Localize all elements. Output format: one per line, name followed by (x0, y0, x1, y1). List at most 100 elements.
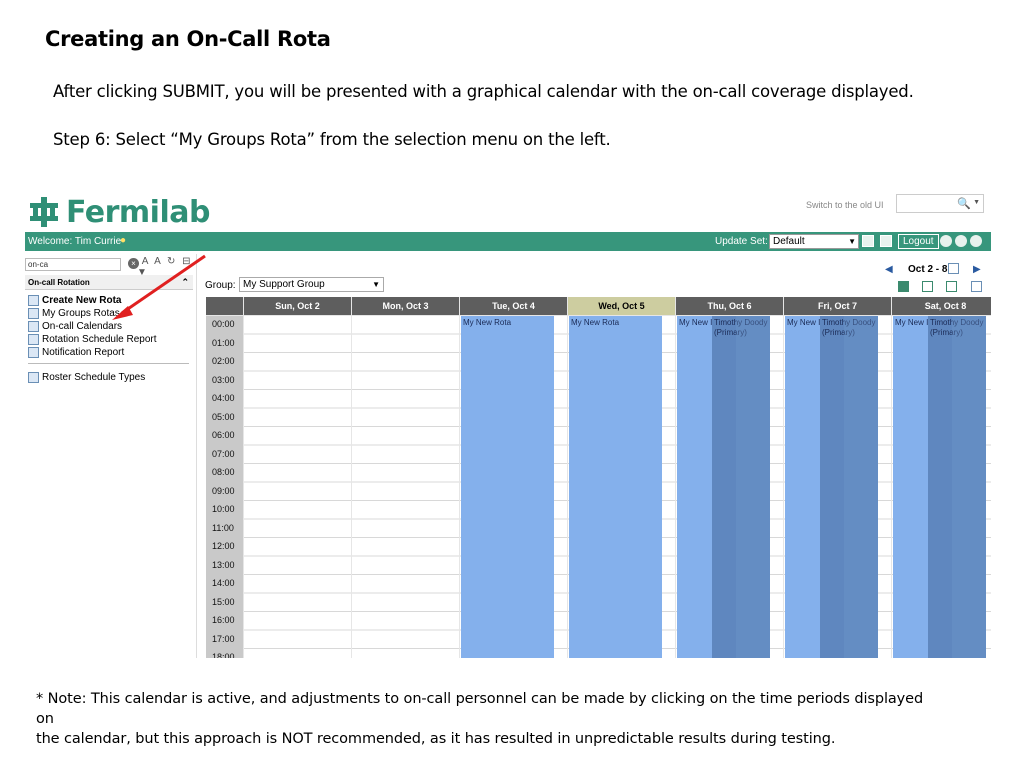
day-header[interactable]: Sat, Oct 8 (892, 297, 991, 315)
nav-item-label: My Groups Rotas (42, 308, 120, 319)
update-set-select[interactable]: Default ▼ (769, 234, 859, 249)
search-icon[interactable]: 🔍 (957, 197, 971, 210)
day-header[interactable]: Tue, Oct 4 (460, 297, 567, 315)
note-line-1: * Note: This calendar is active, and adj… (36, 691, 924, 727)
nav-item-label: Roster Schedule Types (42, 372, 146, 383)
nav-section-on-call-rotation[interactable]: On-call Rotation ⌃ (25, 275, 193, 290)
nav-divider (28, 363, 189, 364)
calendar-corner (206, 297, 243, 315)
settings-icon[interactable] (971, 281, 982, 292)
nav-item-label: On-call Calendars (42, 321, 123, 332)
day-column[interactable] (244, 316, 351, 658)
week-view-icon[interactable] (898, 281, 909, 292)
refresh-icon[interactable] (862, 235, 874, 247)
day-header[interactable]: Fri, Oct 7 (784, 297, 891, 315)
nav-item-create-new-rota[interactable]: Create New Rota (28, 295, 121, 306)
time-label: 15:00 (212, 596, 235, 607)
banner-bar: Welcome: Tim Currie ● Update Set: Defaul… (25, 232, 991, 251)
nav-item-my-groups-rotas[interactable]: My Groups Rotas (28, 308, 120, 319)
nav-item-notification-report[interactable]: Notification Report (28, 347, 124, 358)
day-column[interactable] (352, 316, 459, 658)
rota-event[interactable]: My New Rota (569, 316, 662, 658)
nav-item-label: Notification Report (42, 347, 125, 358)
welcome-text: Welcome: Tim Currie (28, 236, 122, 247)
impersonate-key-icon[interactable]: ● (120, 235, 126, 246)
main-content: Group: My Support Group ▼ ◀ Oct 2 - 8 ▶ … (201, 254, 991, 658)
month-view-icon[interactable] (946, 281, 957, 292)
servicenow-screenshot: Fermilab Switch to the old UI 🔍 ▼ Welcom… (25, 188, 991, 658)
fermilab-logo: Fermilab (28, 195, 210, 230)
previous-week-icon[interactable]: ◀ (885, 264, 893, 275)
time-label: 10:00 (212, 504, 235, 514)
time-label: 12:00 (212, 541, 235, 551)
rota-event[interactable]: My New I (785, 316, 820, 658)
date-picker-icon[interactable] (948, 263, 959, 274)
on-call-calendar[interactable]: 00:00 01:00 02:00 03:00 04:00 05:00 06:00 07:00… (206, 297, 991, 658)
calendar-icon (28, 321, 39, 332)
chevron-down-icon: ▼ (848, 237, 856, 246)
left-navigator: on-ca × A A ↻ ⊟ ▼ On-call Rotation ⌃ Cre… (25, 254, 197, 658)
slide-title: Creating an On-Call Rota (45, 27, 331, 51)
nav-item-rotation-schedule-report[interactable]: Rotation Schedule Report (28, 334, 157, 345)
switch-old-ui-link[interactable]: Switch to the old UI (806, 200, 884, 210)
chevron-down-icon[interactable]: ▼ (973, 199, 980, 206)
time-label: 14:00 (212, 578, 235, 588)
time-label: 16:00 (212, 615, 235, 625)
list-icon (28, 372, 39, 383)
collapse-icon[interactable]: ⌃ (181, 275, 189, 290)
fermilab-logo-icon (30, 197, 58, 227)
oncall-event-overlap[interactable] (844, 316, 878, 658)
day-view-icon[interactable] (922, 281, 933, 292)
day-header[interactable]: Wed, Oct 5 (568, 297, 675, 315)
time-label: 17:00 (212, 633, 235, 644)
update-set-value: Default (773, 236, 805, 247)
report-icon (28, 347, 39, 358)
rota-event[interactable]: My New Rota (461, 316, 554, 658)
update-set-info-icon[interactable] (880, 235, 892, 247)
nav-section-title: On-call Rotation (28, 278, 90, 287)
time-label: 05:00 (212, 411, 235, 422)
day-header[interactable]: Thu, Oct 6 (676, 297, 783, 315)
help-icon[interactable] (970, 235, 982, 247)
time-label: 11:00 (212, 522, 234, 533)
chevron-down-icon: ▼ (372, 280, 380, 289)
group-icon (28, 308, 39, 319)
oncall-event-overlap[interactable] (952, 316, 986, 658)
time-label: 08:00 (212, 467, 235, 477)
rota-event[interactable]: My New I (677, 316, 712, 658)
slide-paragraph-2: Step 6: Select “My Groups Rota” from the… (53, 130, 611, 149)
group-select[interactable]: My Support Group ▼ (239, 277, 384, 292)
time-label: 07:00 (212, 448, 235, 459)
navigator-filter-input[interactable]: on-ca (25, 258, 121, 271)
next-week-icon[interactable]: ▶ (973, 264, 981, 275)
report-icon (28, 334, 39, 345)
nav-item-on-call-calendars[interactable]: On-call Calendars (28, 321, 122, 332)
oncall-event-overlap[interactable] (736, 316, 770, 658)
home-icon[interactable] (940, 235, 952, 247)
rota-event[interactable]: My New I (893, 316, 928, 658)
day-header[interactable]: Sun, Oct 2 (244, 297, 351, 315)
time-label: 09:00 (212, 485, 235, 496)
time-label: 06:00 (212, 430, 235, 440)
print-icon[interactable] (955, 235, 967, 247)
time-label: 04:00 (212, 393, 235, 403)
date-range: Oct 2 - 8 (908, 264, 948, 275)
group-label: Group: (205, 280, 236, 291)
group-value: My Support Group (243, 279, 325, 290)
nav-item-roster-schedule-types[interactable]: Roster Schedule Types (28, 372, 145, 383)
logout-button[interactable]: Logout (898, 234, 939, 249)
time-label: 13:00 (212, 559, 235, 570)
time-label: 00:00 (212, 319, 235, 329)
note-line-2: the calendar, but this approach is NOT r… (36, 731, 836, 747)
slide-note: * Note: This calendar is active, and adj… (36, 689, 936, 749)
global-search-input[interactable]: 🔍 ▼ (896, 194, 984, 213)
slide-paragraph-1: After clicking SUBMIT, you will be prese… (53, 82, 914, 101)
nav-item-label: Create New Rota (42, 295, 122, 306)
day-header[interactable]: Mon, Oct 3 (352, 297, 459, 315)
update-set-label: Update Set: (715, 236, 768, 247)
time-label: 02:00 (212, 356, 235, 366)
time-column: 00:00 01:00 02:00 03:00 04:00 05:00 06:00 07:00… (206, 316, 243, 658)
new-record-icon (28, 295, 39, 306)
time-label: 18:00 (212, 652, 235, 658)
nav-item-label: Rotation Schedule Report (42, 334, 157, 345)
